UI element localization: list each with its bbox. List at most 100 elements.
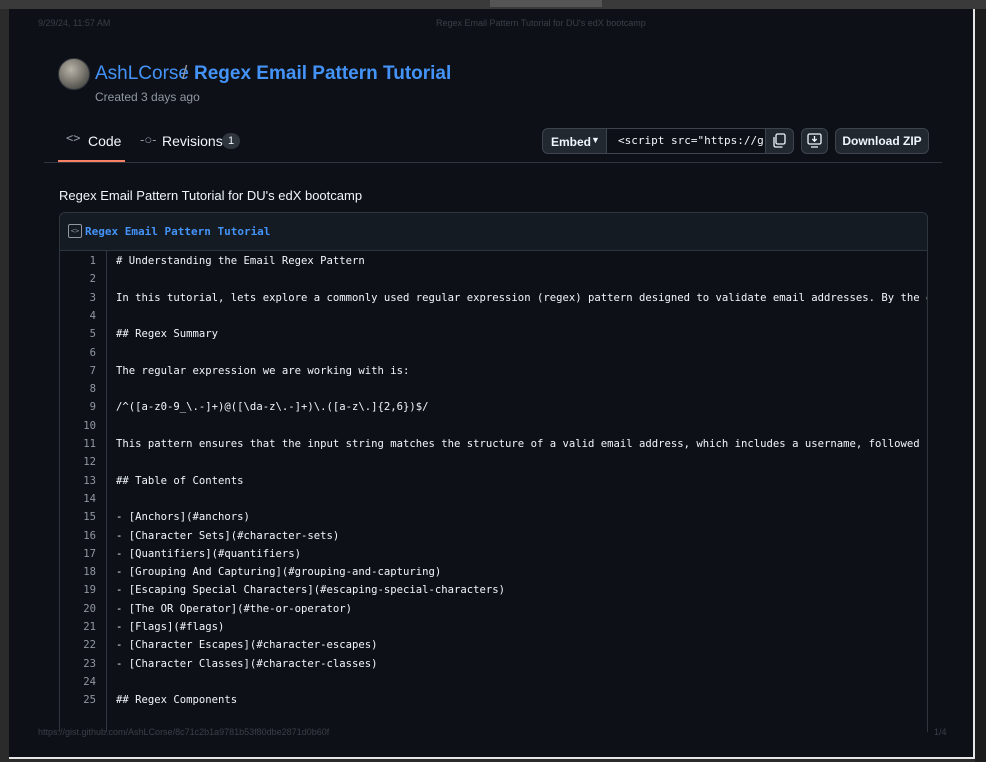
desktop-download-icon	[807, 133, 822, 148]
line-content: - [The OR Operator](#the-or-operator)	[116, 602, 352, 615]
code-line: 16 - [Character Sets](#character-sets)	[60, 528, 927, 546]
line-content: - [Anchors](#anchors)	[116, 511, 250, 524]
line-number[interactable]: 6	[60, 347, 96, 359]
line-number[interactable]: 8	[60, 383, 96, 395]
download-zip-button[interactable]: Download ZIP	[835, 128, 929, 154]
code-line: 19 - [Escaping Special Characters](#escap…	[60, 582, 927, 600]
line-content: - [Flags](#flags)	[116, 621, 225, 633]
code-line: 13 ## Table of Contents	[60, 473, 927, 491]
line-number[interactable]: 21	[60, 621, 96, 633]
print-footer-page: 1/4	[934, 727, 947, 737]
line-content: ## Table of Contents	[116, 474, 244, 487]
code-line: 3 In this tutorial, lets explore a common…	[60, 290, 928, 308]
line-number[interactable]: 10	[60, 420, 96, 432]
embed-label: Embed	[551, 135, 592, 149]
code-line: 4	[60, 308, 927, 326]
gist-owner-link[interactable]: AshLCorse	[95, 63, 189, 85]
line-content: This pattern ensures that the input stri…	[116, 438, 928, 450]
code-line: 10	[60, 418, 927, 436]
file-code-icon: <>	[68, 224, 82, 238]
line-number[interactable]: 22	[60, 639, 96, 651]
line-content: - [Character Escapes](#character-escapes…	[116, 639, 378, 652]
line-number[interactable]: 11	[60, 438, 96, 450]
code-line: 8	[60, 381, 927, 399]
line-content: ## Regex Summary	[116, 328, 219, 341]
line-number[interactable]: 23	[60, 658, 96, 670]
line-content: - [Quantifiers](#quantifiers)	[116, 547, 301, 560]
tabs-divider	[44, 162, 942, 163]
line-content: /^([a-z0-9_\.-]+)@([\da-z\.-]+)\.([a-z\.…	[116, 401, 429, 414]
code-line: 24	[60, 674, 927, 692]
line-number[interactable]: 3	[60, 292, 96, 304]
viewer-top-strip	[0, 0, 986, 9]
tab-code[interactable]: <> Code	[58, 124, 125, 162]
code-line: 20 - [The OR Operator](#the-or-operator)	[60, 601, 927, 619]
code-line: 15 - [Anchors](#anchors)	[60, 509, 927, 527]
line-number[interactable]: 25	[60, 694, 96, 706]
line-number[interactable]: 16	[60, 530, 96, 542]
code-line: 2	[60, 271, 927, 289]
line-content: In this tutorial, lets explore a commonl…	[116, 291, 928, 304]
viewer-tab[interactable]	[490, 0, 602, 7]
copy-icon	[773, 133, 786, 148]
line-number[interactable]: 14	[60, 493, 96, 505]
line-number[interactable]: 15	[60, 511, 96, 523]
line-number[interactable]: 18	[60, 566, 96, 578]
code-line: 12	[60, 454, 927, 472]
code-line: 6	[60, 345, 927, 363]
line-number[interactable]: 19	[60, 584, 96, 596]
code-line: 7 The regular expression we are working w…	[60, 363, 927, 381]
line-content: - [Escaping Special Characters](#escapin…	[116, 584, 506, 597]
line-content: ## Regex Components	[116, 694, 238, 707]
line-number[interactable]: 7	[60, 365, 96, 377]
revisions-count-badge: 1	[222, 133, 240, 149]
line-number[interactable]: 20	[60, 603, 96, 615]
code-line: 21 - [Flags](#flags)	[60, 619, 927, 637]
code-line: 5 ## Regex Summary	[60, 326, 927, 344]
created-time: Created 3 days ago	[95, 90, 200, 104]
code-line: 23 - [Character Classes](#character-class…	[60, 656, 927, 674]
file-header: <> Regex Email Pattern Tutorial	[60, 213, 927, 251]
embed-code-input[interactable]: <script src="https://g	[606, 128, 766, 154]
line-number[interactable]: 1	[60, 255, 96, 267]
line-number[interactable]: 9	[60, 401, 96, 413]
avatar[interactable]	[58, 58, 90, 90]
line-number[interactable]: 17	[60, 548, 96, 560]
print-header-title: Regex Email Pattern Tutorial for DU's ed…	[436, 18, 646, 28]
file-box: <> Regex Email Pattern Tutorial 1 # Under…	[59, 212, 928, 732]
line-number[interactable]: 5	[60, 328, 96, 340]
viewer-right-margin	[975, 9, 986, 762]
gist-title-link[interactable]: Regex Email Pattern Tutorial	[194, 63, 451, 85]
code-line: 11 This pattern ensures that the input st…	[60, 436, 928, 454]
line-content: - [Grouping And Capturing](#grouping-and…	[116, 566, 442, 579]
embed-dropdown-button[interactable]: Embed ▼	[542, 128, 607, 154]
git-commit-icon: -○-	[140, 132, 157, 147]
caret-down-icon: ▼	[591, 135, 600, 145]
code-line: 17 - [Quantifiers](#quantifiers)	[60, 546, 927, 564]
tab-revisions[interactable]: -○- Revisions 1	[138, 124, 248, 162]
line-number[interactable]: 13	[60, 475, 96, 487]
line-number[interactable]: 4	[60, 310, 96, 322]
code-line: 18 - [Grouping And Capturing](#grouping-a…	[60, 564, 927, 582]
line-number[interactable]: 2	[60, 273, 96, 285]
file-name-link[interactable]: Regex Email Pattern Tutorial	[85, 225, 270, 238]
breadcrumb-separator: /	[182, 63, 188, 84]
line-content: - [Character Sets](#character-sets)	[116, 529, 340, 542]
code-line: 9 /^([a-z0-9_\.-]+)@([\da-z\.-]+)\.([a-z\…	[60, 399, 927, 417]
line-number[interactable]: 12	[60, 456, 96, 468]
copy-button[interactable]	[765, 128, 794, 154]
open-desktop-button[interactable]	[801, 128, 828, 154]
line-content: # Understanding the Email Regex Pattern	[116, 255, 365, 267]
gist-description: Regex Email Pattern Tutorial for DU's ed…	[59, 188, 363, 203]
line-number[interactable]: 24	[60, 676, 96, 688]
tab-code-label: Code	[88, 133, 122, 149]
print-footer-url: https://gist.github.com/AshLCorse/8c71c2…	[38, 727, 330, 737]
code-icon: <>	[66, 131, 81, 145]
line-content: The regular expression we are working wi…	[116, 364, 410, 377]
code-line: 25 ## Regex Components	[60, 692, 927, 710]
code-line: 1 # Understanding the Email Regex Pattern	[60, 253, 927, 271]
code-line: 14	[60, 491, 927, 509]
tab-revisions-label: Revisions	[162, 133, 223, 149]
line-content: - [Character Classes](#character-classes…	[116, 657, 378, 670]
viewer-left-margin	[0, 9, 9, 762]
